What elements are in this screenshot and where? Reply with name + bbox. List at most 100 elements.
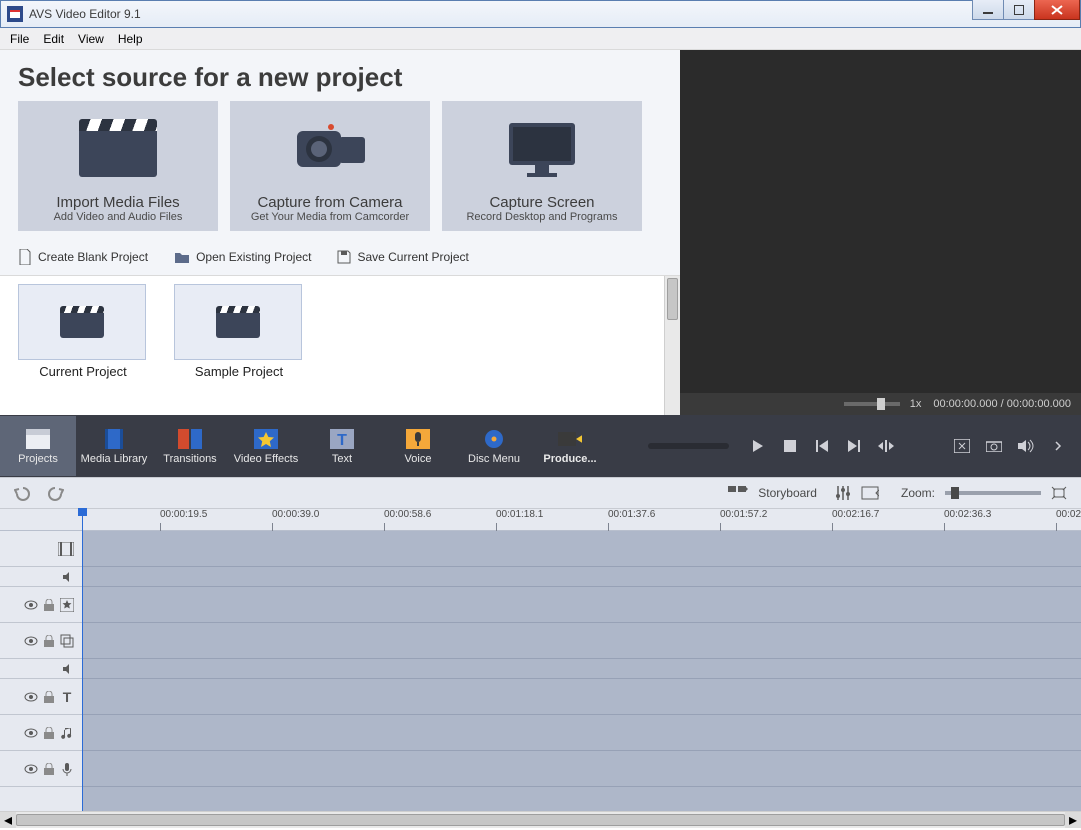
card-capture-camera[interactable]: Capture from Camera Get Your Media from … xyxy=(230,101,430,231)
zoom-fit-button[interactable] xyxy=(1051,486,1067,500)
preview-settings-button[interactable] xyxy=(861,486,879,500)
tab-media-library[interactable]: Media Library xyxy=(76,416,152,476)
playback-split-button[interactable] xyxy=(877,437,895,455)
thumbnail-scrollbar[interactable] xyxy=(664,276,680,415)
scroll-right-button[interactable]: ▸ xyxy=(1065,812,1081,828)
ruler-tick: 00:00:39.0 xyxy=(272,509,319,520)
lock-icon[interactable] xyxy=(44,635,54,647)
eye-icon[interactable] xyxy=(24,764,38,774)
tab-produce[interactable]: Produce... xyxy=(532,416,608,476)
ruler-tick: 00:01:18.1 xyxy=(496,509,543,520)
card-title: Import Media Files xyxy=(56,194,179,211)
microphone-icon xyxy=(60,762,74,776)
create-blank-project[interactable]: Create Blank Project xyxy=(18,249,148,265)
tab-disc-menu[interactable]: Disc Menu xyxy=(456,416,532,476)
preview-panel: 1x 00:00:00.000 / 00:00:00.000 xyxy=(680,50,1081,415)
preview-canvas xyxy=(680,50,1081,393)
time-ruler[interactable]: 00:00:19.500:00:39.000:00:58.600:01:18.1… xyxy=(0,509,1081,531)
card-subtitle: Add Video and Audio Files xyxy=(54,211,183,223)
timeline-scrollbar[interactable]: ◂ ▸ xyxy=(0,811,1081,828)
maximize-button[interactable] xyxy=(1003,0,1035,20)
lock-icon[interactable] xyxy=(44,691,54,703)
next-frame-button[interactable] xyxy=(845,437,863,455)
open-existing-project[interactable]: Open Existing Project xyxy=(174,249,311,265)
source-panel: Select source for a new project Import M… xyxy=(0,50,680,415)
lock-icon[interactable] xyxy=(44,599,54,611)
eye-icon[interactable] xyxy=(24,636,38,646)
minimize-button[interactable] xyxy=(972,0,1004,20)
thumb-current-project[interactable]: Current Project xyxy=(18,284,148,379)
card-subtitle: Record Desktop and Programs xyxy=(466,211,617,223)
menu-help[interactable]: Help xyxy=(112,30,149,48)
timeline: 00:00:19.500:00:39.000:00:58.600:01:18.1… xyxy=(0,509,1081,828)
card-subtitle: Get Your Media from Camcorder xyxy=(251,211,409,223)
storyboard-icon xyxy=(728,486,748,500)
camcorder-icon xyxy=(287,101,373,194)
ruler-tick: 00:01:57.2 xyxy=(720,509,767,520)
fullscreen-button[interactable] xyxy=(953,437,971,455)
star-icon xyxy=(254,427,278,451)
storyboard-button[interactable]: Storyboard xyxy=(758,486,817,500)
track-area[interactable] xyxy=(82,531,1081,811)
eye-icon[interactable] xyxy=(24,692,38,702)
track-head-overlay xyxy=(0,623,82,659)
redo-button[interactable] xyxy=(44,485,64,501)
mixer-button[interactable] xyxy=(835,485,851,501)
close-button[interactable] xyxy=(1034,0,1080,20)
menu-view[interactable]: View xyxy=(72,30,110,48)
tab-video-effects[interactable]: Video Effects xyxy=(228,416,304,476)
ruler-tick: 00:01:37.6 xyxy=(608,509,655,520)
save-current-project[interactable]: Save Current Project xyxy=(337,249,468,265)
menu-edit[interactable]: Edit xyxy=(37,30,70,48)
scroll-left-button[interactable]: ◂ xyxy=(0,812,16,828)
track-head-effects xyxy=(0,587,82,623)
star-icon xyxy=(60,598,74,612)
card-capture-screen[interactable]: Capture Screen Record Desktop and Progra… xyxy=(442,101,642,231)
lock-icon[interactable] xyxy=(44,763,54,775)
tab-transitions[interactable]: Transitions xyxy=(152,416,228,476)
menu-file[interactable]: File xyxy=(4,30,35,48)
timecode: 00:00:00.000 / 00:00:00.000 xyxy=(933,398,1071,410)
track-head-text: T xyxy=(0,679,82,715)
card-import-media[interactable]: Import Media Files Add Video and Audio F… xyxy=(18,101,218,231)
folder-icon xyxy=(174,250,190,264)
music-icon xyxy=(60,726,74,740)
eye-icon[interactable] xyxy=(24,728,38,738)
play-button[interactable] xyxy=(749,437,767,455)
speed-slider[interactable] xyxy=(844,402,900,406)
undo-button[interactable] xyxy=(14,485,34,501)
ruler-tick: 00:02:36.3 xyxy=(944,509,991,520)
timeline-toolbar: Storyboard Zoom: xyxy=(0,477,1081,509)
ruler-tick: 00:00:58.6 xyxy=(384,509,431,520)
zoom-label: Zoom: xyxy=(901,486,935,500)
source-heading: Select source for a new project xyxy=(0,50,680,101)
speaker-icon xyxy=(62,571,74,583)
volume-button[interactable] xyxy=(1017,437,1035,455)
ruler-tick: 00:02:16.7 xyxy=(832,509,879,520)
eye-icon[interactable] xyxy=(24,600,38,610)
snapshot-button[interactable] xyxy=(985,437,1003,455)
volume-chevron-icon[interactable] xyxy=(1049,437,1067,455)
lock-icon[interactable] xyxy=(44,727,54,739)
transitions-icon xyxy=(178,427,202,451)
prev-frame-button[interactable] xyxy=(813,437,831,455)
film-icon xyxy=(102,427,126,451)
playhead[interactable] xyxy=(82,509,83,828)
clapperboard-icon xyxy=(18,284,146,360)
stop-button[interactable] xyxy=(781,437,799,455)
track-headers: T xyxy=(0,531,82,811)
tab-text[interactable]: T Text xyxy=(304,416,380,476)
seek-bar[interactable] xyxy=(648,443,729,449)
clapperboard-icon xyxy=(79,101,157,194)
thumb-sample-project[interactable]: Sample Project xyxy=(174,284,304,379)
clapperboard-icon xyxy=(174,284,302,360)
tab-projects[interactable]: Projects xyxy=(0,416,76,476)
microphone-icon xyxy=(406,427,430,451)
zoom-slider[interactable] xyxy=(945,491,1041,495)
overlay-icon xyxy=(60,634,74,648)
tabstrip: Projects Media Library Transitions Video… xyxy=(0,415,1081,477)
clapperboard-icon xyxy=(26,427,50,451)
tab-voice[interactable]: Voice xyxy=(380,416,456,476)
card-title: Capture Screen xyxy=(489,194,594,211)
ruler-tick: 00:02:55.8 xyxy=(1056,509,1081,520)
